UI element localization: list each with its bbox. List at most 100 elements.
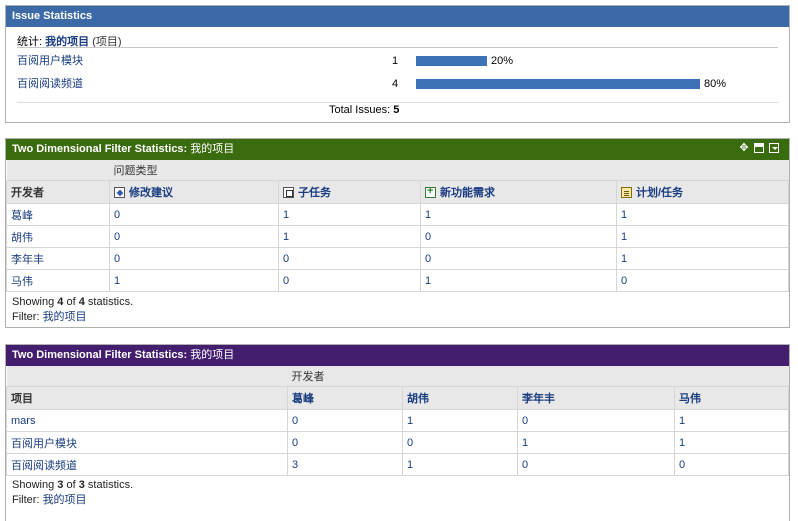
cell-value-link[interactable]: 1 [616,203,789,226]
column-group-label: 问题类型 [109,160,789,181]
filter-link[interactable]: 我的项目 [43,311,87,323]
showing-total: 4 [78,296,85,308]
showing-summary: Showing 3 of 3 statistics. [12,478,133,493]
two-dimensional-stats-gadget-developers: Two Dimensional Filter Statistics: 我的项目 … [5,344,790,521]
table-row: 李年丰 0 0 0 1 [6,247,789,270]
move-icon[interactable]: ✥ [739,143,749,154]
cell-value-link[interactable]: 3 [287,453,403,476]
column-group-label: 开发者 [287,366,789,387]
showing-prefix: Showing [12,479,55,491]
cell-value-link[interactable]: 0 [616,269,789,292]
two-dimensional-stats-gadget-issue-types: Two Dimensional Filter Statistics: 我的项目 … [5,138,790,328]
gadget-title-prefix: Two Dimensional Filter Statistics: [12,143,188,155]
column-header[interactable]: 修改建议 [109,180,279,204]
cell-value-link[interactable]: 0 [287,409,403,432]
column-header[interactable]: 新功能需求 [420,180,617,204]
stat-row-percent: 20% [491,55,514,67]
filter-link[interactable]: 我的项目 [43,494,87,506]
cell-value-link[interactable]: 1 [109,269,279,292]
row-name-link[interactable]: 百阅阅读频道 [6,453,288,476]
cell-value-link[interactable]: 1 [420,203,617,226]
cell-value-link[interactable]: 1 [517,431,675,454]
cell-value-link[interactable]: 1 [420,269,617,292]
showing-count: 3 [57,479,64,491]
divider [17,47,778,48]
cell-value-link[interactable]: 0 [278,269,421,292]
column-header-label: 计划/任务 [636,187,684,199]
cell-value-link[interactable]: 1 [674,409,789,432]
cell-value-link[interactable]: 1 [402,453,518,476]
filter-line: Filter: 我的项目 [12,493,133,508]
cell-value-link[interactable]: 0 [109,203,279,226]
cell-value-link[interactable]: 1 [278,225,421,248]
table-row: 马伟 1 0 1 0 [6,269,789,292]
header-spacer [6,366,288,387]
new-feature-icon [425,185,436,198]
table-footer: Showing 3 of 3 statistics. Filter: 我的项目 [12,478,133,508]
gadget-title-prefix: Two Dimensional Filter Statistics: [12,349,188,361]
stat-row-count: 4 [392,78,399,90]
cell-value-link[interactable]: 0 [287,431,403,454]
header-spacer [6,160,110,181]
gadget-title-filter-name: 我的项目 [190,349,235,361]
column-header[interactable]: 胡伟 [402,386,518,410]
column-header[interactable]: 马伟 [674,386,789,410]
showing-summary: Showing 4 of 4 statistics. [12,295,133,310]
cell-value-link[interactable]: 1 [616,247,789,270]
cell-value-link[interactable]: 0 [674,453,789,476]
column-header-row: 项目 葛峰 胡伟 李年丰 马伟 [6,386,789,410]
row-header-label: 开发者 [6,180,110,204]
row-name-link[interactable]: 胡伟 [6,225,110,248]
cell-value-link[interactable]: 1 [278,203,421,226]
maximize-icon[interactable] [754,143,764,153]
row-name-link[interactable]: 马伟 [6,269,110,292]
cell-value-link[interactable]: 0 [420,225,617,248]
cell-value-link[interactable]: 0 [517,409,675,432]
row-header-label: 项目 [6,386,288,410]
gadget-title: Two Dimensional Filter Statistics: 我的项目 … [6,139,789,160]
cell-value-link[interactable]: 1 [674,431,789,454]
cell-value-link[interactable]: 0 [109,225,279,248]
row-name-link[interactable]: mars [6,409,288,432]
row-name-link[interactable]: 李年丰 [6,247,110,270]
task-icon [621,187,632,198]
cell-value-link[interactable]: 1 [402,409,518,432]
stat-row-name-link[interactable]: 百阅阅读频道 [17,76,83,92]
column-header[interactable]: 李年丰 [517,386,675,410]
showing-suffix: statistics. [87,479,134,491]
column-header[interactable]: 葛峰 [287,386,403,410]
column-header[interactable]: 计划/任务 [616,180,789,204]
divider [17,102,778,103]
showing-suffix: statistics. [87,296,134,308]
row-name-link[interactable]: 百阅用户模块 [6,431,288,454]
cell-value-link[interactable]: 0 [402,431,518,454]
row-name-link[interactable]: 葛峰 [6,203,110,226]
improvement-icon [114,187,125,198]
stat-row: 百阅用户模块 1 20% [6,53,789,69]
dropdown-menu-icon[interactable] [769,143,779,153]
stat-row: 百阅阅读频道 4 80% [6,76,789,92]
stat-row-count: 1 [392,55,399,67]
showing-of: of [66,479,76,491]
cell-value-link[interactable]: 1 [616,225,789,248]
filter-line: Filter: 我的项目 [12,310,133,325]
column-group-row: 开发者 [6,366,789,387]
column-header[interactable]: 子任务 [278,180,421,204]
two-dimensional-table: 问题类型 开发者 修改建议 子任务 新功能需求 计划/任务 葛峰 0 1 1 1… [6,160,789,292]
gadget-title: Two Dimensional Filter Statistics: 我的项目 [6,345,789,366]
showing-of: of [66,296,76,308]
cell-value-link[interactable]: 0 [278,247,421,270]
stat-row-name-link[interactable]: 百阅用户模块 [17,53,83,69]
total-issues-value: 5 [393,104,400,116]
column-header-row: 开发者 修改建议 子任务 新功能需求 计划/任务 [6,180,789,204]
gadget-title-filter-name: 我的项目 [190,143,235,155]
cell-value-link[interactable]: 0 [420,247,617,270]
cell-value-link[interactable]: 0 [517,453,675,476]
column-header-label: 修改建议 [129,187,173,199]
stat-percentage-bar [416,79,700,89]
table-row: 胡伟 0 1 0 1 [6,225,789,248]
issue-statistics-gadget: Issue Statistics 统计: 我的项目 (项目) 百阅用户模块 1 … [5,5,790,123]
cell-value-link[interactable]: 0 [109,247,279,270]
two-dimensional-table: 开发者 项目 葛峰 胡伟 李年丰 马伟 mars 0 1 0 1 百阅用户模块 … [6,366,789,476]
gadget-title: Issue Statistics [6,6,789,27]
